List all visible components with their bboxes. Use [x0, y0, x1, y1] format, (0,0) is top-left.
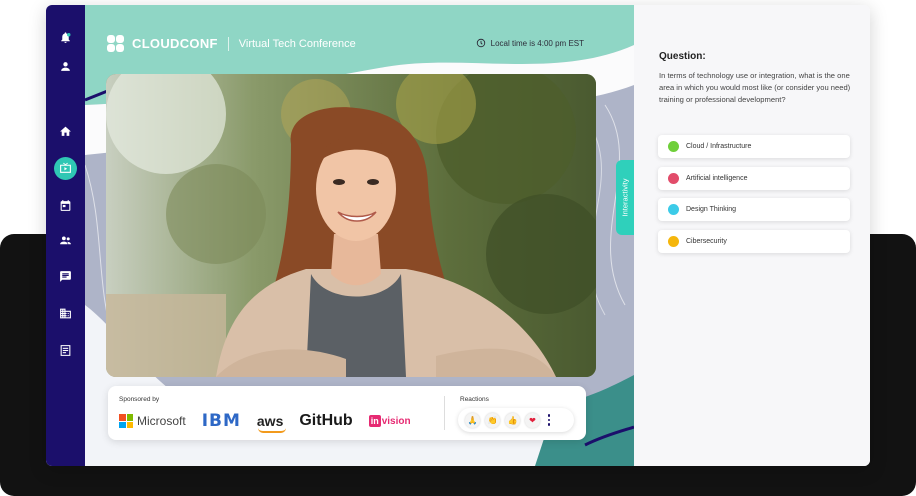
answer-option-label: Artificial intelligence [686, 175, 748, 182]
question-title: Question: [659, 51, 706, 62]
live-stream-icon[interactable] [54, 157, 77, 180]
invision-logo-text: vision [381, 415, 411, 427]
cloudconf-logo-icon [107, 35, 124, 52]
brand-subtitle: Virtual Tech Conference [238, 37, 356, 50]
aws-logo-text: aws [256, 413, 286, 433]
option-color-dot [668, 173, 679, 184]
question-panel: Question: In terms of technology use or … [634, 5, 870, 466]
notes-icon[interactable] [54, 339, 77, 362]
answer-option-label: Design Thinking [686, 206, 737, 213]
more-options-icon[interactable] [545, 413, 553, 427]
answer-option-label: Cloud / Infrastructure [686, 143, 752, 150]
answer-option-design[interactable]: Design Thinking [658, 198, 850, 221]
local-time: Local time is 4:00 pm EST [476, 38, 584, 48]
sponsor-bar: Sponsored by Microsoft IBM aws GitHub in… [108, 386, 586, 440]
app-window: CLOUDCONF Virtual Tech Conference Local … [46, 5, 870, 466]
user-icon[interactable] [54, 55, 77, 78]
chat-icon[interactable] [54, 265, 77, 288]
microsoft-logo[interactable]: Microsoft [119, 414, 186, 428]
ibm-logo[interactable]: IBM [202, 411, 241, 431]
video-player[interactable] [106, 74, 596, 377]
reactions-bar: 🙏 👏 👍 ❤ [458, 408, 574, 432]
microsoft-logo-icon [119, 414, 133, 428]
option-color-dot [668, 236, 679, 247]
brand-name: CLOUDCONF [132, 36, 218, 51]
sponsor-label: Sponsored by [119, 396, 160, 403]
home-icon[interactable] [54, 120, 77, 143]
pray-reaction-button[interactable]: 🙏 [465, 412, 480, 428]
option-color-dot [668, 141, 679, 152]
microsoft-logo-text: Microsoft [137, 414, 186, 428]
sponsor-divider [444, 396, 445, 430]
interactivity-tab-label: Interactivity [620, 178, 630, 217]
speaker-video-frame [106, 74, 596, 377]
heart-reaction-button[interactable]: ❤ [525, 412, 540, 428]
answer-option-security[interactable]: Cibersecurity [658, 230, 850, 253]
local-time-text: Local time is 4:00 pm EST [490, 38, 584, 48]
answer-option-ai[interactable]: Artificial intelligence [658, 167, 850, 190]
invision-logo[interactable]: in vision [368, 415, 411, 427]
aws-logo-word: aws [256, 413, 284, 429]
interactivity-tab[interactable]: Interactivity [616, 160, 634, 235]
answer-option-label: Cibersecurity [686, 238, 727, 245]
github-logo-text: GitHub [299, 412, 353, 429]
invision-logo-box: in [368, 415, 381, 427]
building-icon[interactable] [54, 302, 77, 325]
ibm-logo-text: IBM [201, 411, 241, 431]
people-icon[interactable] [54, 229, 77, 252]
answer-option-cloud[interactable]: Cloud / Infrastructure [658, 135, 850, 158]
sidebar [46, 5, 85, 466]
aws-logo[interactable]: aws [256, 413, 286, 433]
bell-icon[interactable] [54, 26, 77, 49]
brand-divider [227, 36, 229, 51]
video-stage: CLOUDCONF Virtual Tech Conference Local … [85, 5, 634, 466]
thumbs-up-reaction-button[interactable]: 👍 [505, 412, 520, 428]
clap-reaction-button[interactable]: 👏 [485, 412, 500, 428]
sponsor-logos: Microsoft IBM aws GitHub in vision [119, 410, 427, 433]
question-text: In terms of technology use or integratio… [659, 71, 851, 104]
github-logo[interactable]: GitHub [299, 412, 352, 430]
calendar-icon[interactable] [54, 194, 77, 217]
option-color-dot [668, 204, 679, 215]
clock-icon [476, 38, 485, 48]
reactions-label: Reactions [460, 396, 489, 403]
brand: CLOUDCONF Virtual Tech Conference [107, 35, 356, 52]
